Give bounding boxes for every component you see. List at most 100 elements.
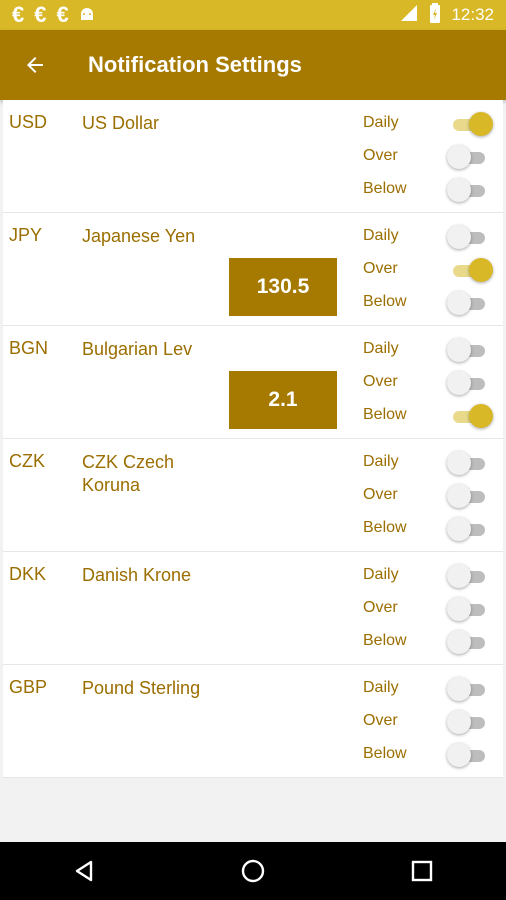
over-toggle[interactable] bbox=[447, 595, 493, 623]
toggle-thumb bbox=[447, 225, 471, 249]
toggle-thumb bbox=[447, 564, 471, 588]
page-title: Notification Settings bbox=[88, 52, 302, 77]
android-icon bbox=[79, 2, 95, 28]
nav-home-button[interactable] bbox=[223, 842, 283, 900]
below-label: Below bbox=[363, 519, 407, 536]
currency-name: Japanese Yen bbox=[82, 226, 196, 246]
option-over: Over bbox=[363, 141, 503, 174]
threshold-value-button[interactable]: 130.5 bbox=[229, 258, 337, 316]
over-label: Over bbox=[363, 373, 398, 390]
over-toggle[interactable] bbox=[447, 369, 493, 397]
toggle-thumb bbox=[447, 517, 471, 541]
over-label: Over bbox=[363, 599, 398, 616]
currency-name: US Dollar bbox=[82, 113, 160, 133]
toggle-thumb bbox=[447, 597, 471, 621]
currency-name: Pound Sterling bbox=[82, 678, 201, 698]
toggle-thumb bbox=[447, 371, 471, 395]
nav-recents-button[interactable] bbox=[392, 842, 452, 900]
below-label: Below bbox=[363, 745, 407, 762]
over-label: Over bbox=[363, 712, 398, 729]
option-below: Below bbox=[363, 400, 503, 433]
daily-label: Daily bbox=[363, 227, 399, 244]
daily-toggle[interactable] bbox=[447, 336, 493, 364]
over-label: Over bbox=[363, 260, 398, 277]
currency-code: JPY bbox=[9, 225, 43, 245]
euro-icon: € bbox=[34, 2, 47, 27]
notification-icons: € € € bbox=[0, 2, 95, 28]
below-toggle[interactable] bbox=[447, 289, 493, 317]
currency-card: JPY Japanese Yen 130.5 Daily Over Below bbox=[3, 213, 503, 326]
navigation-bar bbox=[0, 842, 506, 900]
below-toggle[interactable] bbox=[447, 741, 493, 769]
option-daily: Daily bbox=[363, 560, 503, 593]
toggle-thumb bbox=[447, 451, 471, 475]
option-over: Over bbox=[363, 367, 503, 400]
toggle-thumb bbox=[469, 258, 493, 282]
clock: 12:32 bbox=[451, 5, 494, 24]
option-over: Over bbox=[363, 706, 503, 739]
option-daily: Daily bbox=[363, 447, 503, 480]
battery-icon bbox=[429, 2, 441, 28]
euro-icon: € bbox=[56, 2, 69, 27]
over-toggle[interactable] bbox=[447, 143, 493, 171]
option-below: Below bbox=[363, 626, 503, 659]
over-label: Over bbox=[363, 147, 398, 164]
currency-name: Danish Krone bbox=[82, 565, 192, 585]
over-toggle[interactable] bbox=[447, 482, 493, 510]
below-label: Below bbox=[363, 406, 407, 423]
option-daily: Daily bbox=[363, 334, 503, 367]
status-bar: € € € 12:32 bbox=[0, 0, 506, 30]
toggle-thumb bbox=[447, 291, 471, 315]
toggle-thumb bbox=[447, 338, 471, 362]
toggle-thumb bbox=[447, 677, 471, 701]
daily-label: Daily bbox=[363, 679, 399, 696]
daily-label: Daily bbox=[363, 340, 399, 357]
threshold-value-button[interactable]: 2.1 bbox=[229, 371, 337, 429]
currency-code: DKK bbox=[9, 564, 47, 584]
currency-code: GBP bbox=[9, 677, 48, 697]
back-button[interactable] bbox=[0, 53, 70, 77]
option-below: Below bbox=[363, 287, 503, 320]
option-daily: Daily bbox=[363, 221, 503, 254]
daily-toggle[interactable] bbox=[447, 675, 493, 703]
euro-icon: € bbox=[12, 2, 25, 27]
option-below: Below bbox=[363, 739, 503, 772]
over-toggle[interactable] bbox=[447, 256, 493, 284]
currency-card: USD US Dollar Daily Over Below bbox=[3, 100, 503, 213]
toggle-thumb bbox=[447, 145, 471, 169]
below-toggle[interactable] bbox=[447, 628, 493, 656]
toggle-thumb bbox=[469, 404, 493, 428]
triangle-back-icon bbox=[76, 860, 93, 882]
square-recents-icon bbox=[411, 860, 432, 882]
over-toggle[interactable] bbox=[447, 708, 493, 736]
signal-icon bbox=[399, 4, 419, 27]
currency-card: CZK CZK Czech Koruna Daily Over Below bbox=[3, 439, 503, 552]
below-label: Below bbox=[363, 180, 407, 197]
currency-card: DKK Danish Krone Daily Over Below bbox=[3, 552, 503, 665]
daily-toggle[interactable] bbox=[447, 110, 493, 138]
arrow-back-icon bbox=[27, 57, 43, 73]
option-over: Over bbox=[363, 254, 503, 287]
option-daily: Daily bbox=[363, 673, 503, 706]
currency-card: BGN Bulgarian Lev 2.1 Daily Over Below bbox=[3, 326, 503, 439]
daily-toggle[interactable] bbox=[447, 562, 493, 590]
toggle-thumb bbox=[469, 112, 493, 136]
below-toggle[interactable] bbox=[447, 515, 493, 543]
toggle-thumb bbox=[447, 484, 471, 508]
daily-toggle[interactable] bbox=[447, 449, 493, 477]
toggle-thumb bbox=[447, 710, 471, 734]
circle-home-icon bbox=[241, 859, 265, 883]
daily-toggle[interactable] bbox=[447, 223, 493, 251]
toggle-thumb bbox=[447, 178, 471, 202]
currency-card: GBP Pound Sterling Daily Over Below bbox=[3, 665, 503, 778]
option-over: Over bbox=[363, 593, 503, 626]
toggle-thumb bbox=[447, 630, 471, 654]
below-toggle[interactable] bbox=[447, 402, 493, 430]
daily-label: Daily bbox=[363, 453, 399, 470]
nav-back-button[interactable] bbox=[54, 842, 114, 900]
currency-list: USD US Dollar Daily Over Below JPY Japanese Ye… bbox=[3, 100, 503, 778]
option-daily: Daily bbox=[363, 108, 503, 141]
option-below: Below bbox=[363, 513, 503, 546]
below-label: Below bbox=[363, 632, 407, 649]
below-toggle[interactable] bbox=[447, 176, 493, 204]
